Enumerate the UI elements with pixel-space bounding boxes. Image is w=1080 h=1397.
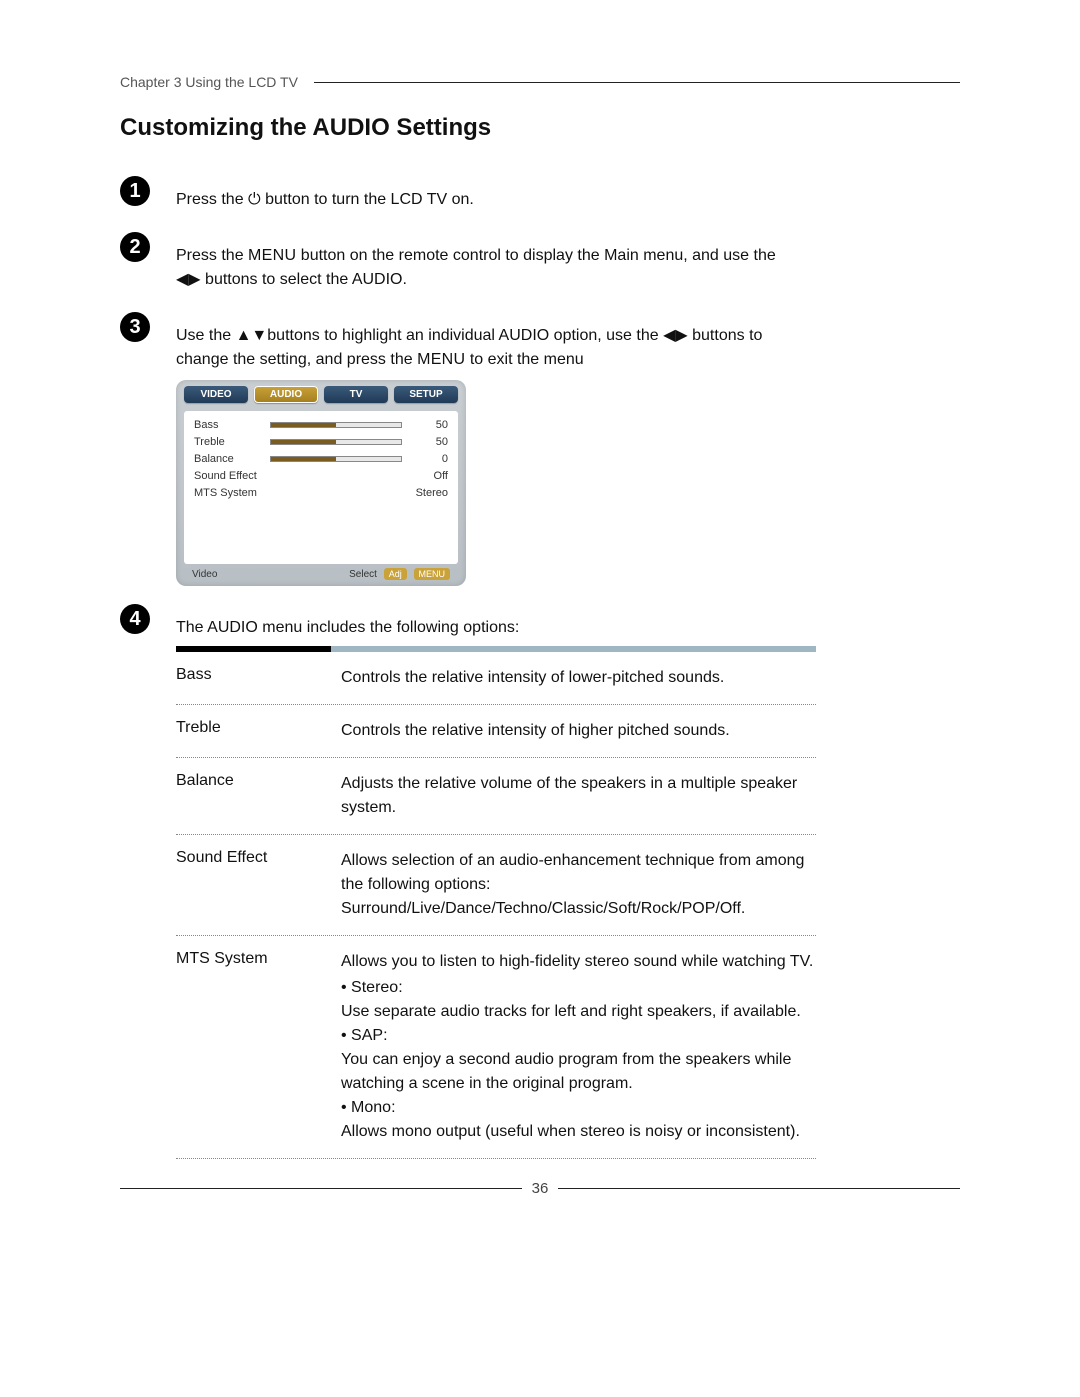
- tab-video: VIDEO: [184, 386, 248, 403]
- option-row: Bass Controls the relative intensity of …: [176, 652, 816, 705]
- step-2: 2 Press the MENU button on the remote co…: [120, 232, 960, 292]
- menu-key: MENU: [248, 247, 296, 264]
- bullet-label: Stereo:: [351, 979, 403, 996]
- step-text: Press the ⏻ button to turn the LCD TV on…: [176, 176, 474, 212]
- osd-footer-select: Select: [349, 569, 377, 580]
- bullet-text: You can enjoy a second audio program fro…: [341, 1051, 791, 1092]
- step-3: 3 Use the ▲▼buttons to highlight an indi…: [120, 312, 960, 372]
- step-number: 1: [120, 176, 150, 206]
- audio-key: AUDIO: [352, 271, 403, 288]
- header-rule: [314, 82, 960, 83]
- step-number: 4: [120, 604, 150, 634]
- osd-row: Sound Effect Off: [194, 470, 448, 482]
- text: buttons to highlight an individual AUDIO…: [267, 327, 663, 344]
- option-desc: Controls the relative intensity of highe…: [341, 719, 816, 743]
- page-number: 36: [522, 1180, 559, 1197]
- page-title: Customizing the AUDIO Settings: [120, 114, 960, 142]
- osd-footer-menu: MENU: [414, 568, 451, 580]
- text: button to turn the LCD TV on.: [261, 191, 474, 208]
- text: .: [403, 271, 407, 288]
- text: to exit the menu: [465, 351, 583, 368]
- option-name: Treble: [176, 719, 341, 743]
- step-4: 4 The AUDIO menu includes the following …: [120, 604, 960, 640]
- osd-tabs: VIDEO AUDIO TV SETUP: [184, 386, 458, 403]
- option-name: Bass: [176, 666, 341, 690]
- osd-row-value: Stereo: [408, 487, 448, 499]
- left-right-icon: ◀▶: [176, 271, 201, 288]
- tab-audio: AUDIO: [254, 386, 318, 403]
- osd-row: Treble 50: [194, 436, 448, 448]
- option-desc: Allows you to listen to high-fidelity st…: [341, 950, 816, 1144]
- option-desc: Adjusts the relative volume of the speak…: [341, 772, 816, 820]
- audio-key: AUDIO: [207, 619, 258, 636]
- option-row: MTS System Allows you to listen to high-…: [176, 936, 816, 1159]
- osd-row: Balance 0: [194, 453, 448, 465]
- option-row: Treble Controls the relative intensity o…: [176, 705, 816, 758]
- left-right-icon: ◀▶: [663, 327, 688, 344]
- osd-row-label: Treble: [194, 436, 264, 448]
- steps-list: 1 Press the ⏻ button to turn the LCD TV …: [120, 176, 960, 640]
- page-footer: 36: [120, 1180, 960, 1197]
- osd-row-label: Balance: [194, 453, 264, 465]
- osd-row-label: Sound Effect: [194, 470, 264, 482]
- osd-row-value: 0: [408, 453, 448, 465]
- osd-footer-right: Select Adj MENU: [349, 568, 450, 580]
- footer-rule: [558, 1188, 960, 1189]
- menu-key: MENU: [417, 351, 465, 368]
- option-name: MTS System: [176, 950, 341, 1144]
- bullet-label: SAP:: [351, 1027, 387, 1044]
- osd-row-value: Off: [408, 470, 448, 482]
- osd-footer-adj: Adj: [384, 568, 407, 580]
- text: button on the remote control to display …: [296, 247, 775, 264]
- osd-row-label: MTS System: [194, 487, 264, 499]
- option-desc-text: Allows you to listen to high-fidelity st…: [341, 953, 813, 970]
- chapter-label: Chapter 3 Using the LCD TV: [120, 74, 298, 90]
- text: Press the: [176, 247, 248, 264]
- power-icon: ⏻: [248, 191, 261, 208]
- manual-page: Chapter 3 Using the LCD TV Customizing t…: [0, 0, 1080, 1397]
- text: menu includes the following options:: [258, 619, 520, 636]
- osd-slider: [270, 456, 402, 462]
- text: Use the: [176, 327, 236, 344]
- osd-row: Bass 50: [194, 419, 448, 431]
- step-number: 3: [120, 312, 150, 342]
- osd-slider: [270, 422, 402, 428]
- osd-screenshot: VIDEO AUDIO TV SETUP Bass 50 Treble 50: [176, 380, 960, 586]
- osd-footer-left: Video: [192, 569, 217, 580]
- osd-row-label: Bass: [194, 419, 264, 431]
- step-text: Press the MENU button on the remote cont…: [176, 232, 776, 292]
- option-row: Sound Effect Allows selection of an audi…: [176, 835, 816, 936]
- bullet-text: Allows mono output (useful when stereo i…: [341, 1123, 800, 1140]
- chapter-header: Chapter 3 Using the LCD TV: [120, 74, 960, 90]
- option-desc: Controls the relative intensity of lower…: [341, 666, 816, 690]
- option-name: Balance: [176, 772, 341, 820]
- options-header-bar: [176, 646, 816, 652]
- step-number: 2: [120, 232, 150, 262]
- tab-setup: SETUP: [394, 386, 458, 403]
- osd-slider: [270, 439, 402, 445]
- osd-row-value: 50: [408, 419, 448, 431]
- bullet-label: Mono:: [351, 1099, 395, 1116]
- up-down-icon: ▲▼: [236, 327, 268, 344]
- text: The: [176, 619, 207, 636]
- option-desc: Allows selection of an audio-enhancement…: [341, 849, 816, 921]
- osd-panel: VIDEO AUDIO TV SETUP Bass 50 Treble 50: [176, 380, 466, 586]
- step-text: The AUDIO menu includes the following op…: [176, 604, 519, 640]
- option-row: Balance Adjusts the relative volume of t…: [176, 758, 816, 835]
- options-table: Bass Controls the relative intensity of …: [176, 652, 816, 1159]
- step-text: Use the ▲▼buttons to highlight an indivi…: [176, 312, 776, 372]
- tab-tv: TV: [324, 386, 388, 403]
- bullet-text: Use separate audio tracks for left and r…: [341, 1003, 801, 1020]
- option-name: Sound Effect: [176, 849, 341, 921]
- osd-row: MTS System Stereo: [194, 487, 448, 499]
- osd-body: Bass 50 Treble 50 Balance 0: [184, 411, 458, 564]
- osd-row-value: 50: [408, 436, 448, 448]
- text: buttons to select the: [201, 271, 352, 288]
- step-1: 1 Press the ⏻ button to turn the LCD TV …: [120, 176, 960, 212]
- text: Press the: [176, 191, 248, 208]
- footer-rule: [120, 1188, 522, 1189]
- osd-footer: Video Select Adj MENU: [184, 564, 458, 586]
